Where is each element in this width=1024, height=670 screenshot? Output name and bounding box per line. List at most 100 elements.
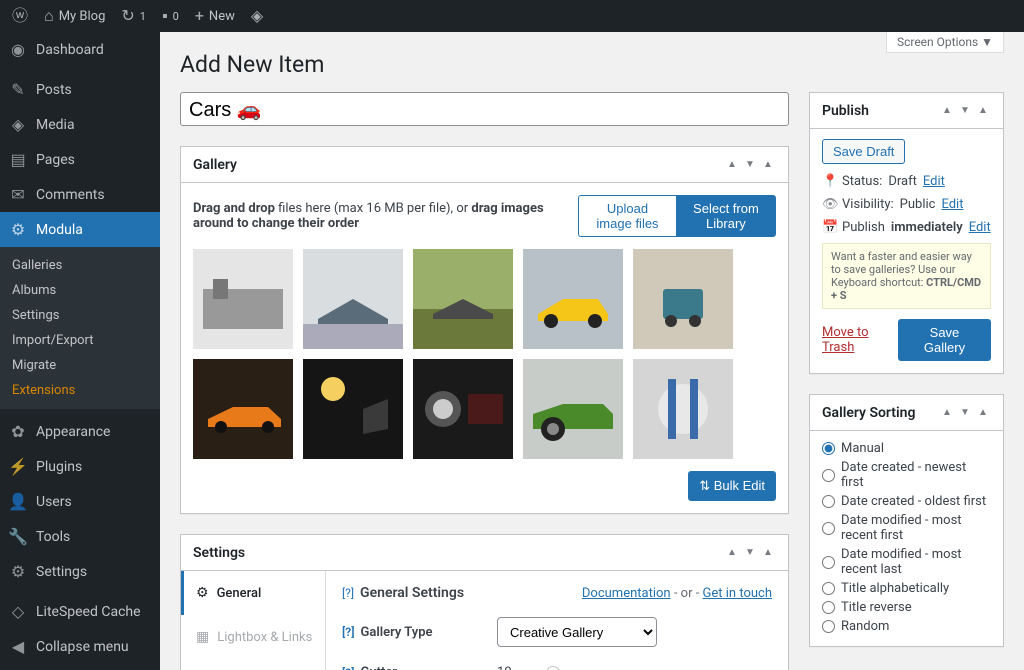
sort-option[interactable]: Date modified - most recent last	[822, 547, 991, 577]
gallery-thumb[interactable]	[193, 249, 293, 349]
update-icon: ↻	[121, 8, 134, 24]
panel-down-icon[interactable]: ▼	[742, 159, 758, 170]
site-link[interactable]: ⌂My Blog	[36, 0, 113, 32]
gallery-thumb[interactable]	[413, 249, 513, 349]
title-input[interactable]	[180, 92, 789, 126]
sort-option[interactable]: Random	[822, 619, 991, 634]
litespeed-icon: ◇	[8, 602, 28, 621]
doc-links: Documentation - or - Get in touch	[582, 586, 772, 601]
gallery-thumb[interactable]	[193, 359, 293, 459]
edit-schedule-link[interactable]: Edit	[969, 220, 991, 235]
sidebar-item-litespeed[interactable]: ◇LiteSpeed Cache	[0, 594, 160, 629]
panel-down-icon[interactable]: ▼	[957, 105, 973, 116]
plus-icon: +	[195, 8, 204, 24]
shortcut-tip: Want a faster and easier way to save gal…	[822, 243, 991, 309]
panel-down-icon[interactable]: ▼	[742, 547, 758, 558]
publish-panel: Publish ▲▼▲ Save Draft 📍Status: Draft Ed…	[809, 92, 1004, 374]
sidebar-submenu-modula: Galleries Albums Settings Import/Export …	[0, 247, 160, 409]
settings-panel: Settings ▲ ▼ ▲ ⚙General ▦Lightbox & Link…	[180, 534, 789, 670]
comments-icon: ✉	[8, 185, 28, 204]
gallery-thumb[interactable]	[303, 249, 403, 349]
contact-link[interactable]: Get in touch	[703, 586, 772, 601]
publish-heading: Publish	[822, 103, 939, 119]
sidebar-item-media[interactable]: ◈Media	[0, 107, 160, 142]
panel-up-icon[interactable]: ▲	[939, 105, 955, 116]
help-icon[interactable]: [?]	[342, 586, 354, 600]
panel-toggle-icon[interactable]: ▲	[760, 159, 776, 170]
select-library-button[interactable]: Select from Library	[676, 195, 776, 237]
gutter-row: [?]Gutter 10	[342, 665, 772, 670]
gallery-thumb[interactable]	[413, 359, 513, 459]
cache-icon[interactable]: ◈	[243, 0, 271, 32]
page-title: Add New Item	[180, 51, 1004, 78]
sidebar-item-settings[interactable]: ⚙Settings	[0, 554, 160, 589]
help-icon[interactable]: [?]	[342, 625, 354, 639]
panel-up-icon[interactable]: ▲	[724, 547, 740, 558]
submenu-import-export[interactable]: Import/Export	[0, 328, 160, 353]
sidebar-item-modula[interactable]: ⚙Modula	[0, 212, 160, 247]
submenu-galleries[interactable]: Galleries	[0, 253, 160, 278]
documentation-link[interactable]: Documentation	[582, 586, 671, 601]
gallery-thumb[interactable]	[633, 249, 733, 349]
submenu-migrate[interactable]: Migrate	[0, 353, 160, 378]
gallery-thumb[interactable]	[633, 359, 733, 459]
sidebar-item-dashboard[interactable]: ◉Dashboard	[0, 32, 160, 67]
sort-option[interactable]: Manual	[822, 441, 991, 456]
gallery-thumb[interactable]	[303, 359, 403, 459]
admin-sidebar: ◉Dashboard ✎Posts ◈Media ▤Pages ✉Comment…	[0, 32, 160, 670]
admin-bar: ⓦ ⌂My Blog ↻1 ▪0 +New ◈	[0, 0, 1024, 32]
sidebar-item-users[interactable]: 👤Users	[0, 484, 160, 519]
sidebar-item-plugins[interactable]: ⚡Plugins	[0, 449, 160, 484]
bulk-edit-button[interactable]: ⇅ Bulk Edit	[688, 471, 776, 501]
upload-files-button[interactable]: Upload image files	[578, 195, 676, 237]
settings-nav: ⚙General ▦Lightbox & Links ▼Filters ▭Cap…	[181, 571, 326, 670]
collapse-icon: ◀	[8, 637, 28, 656]
sort-option[interactable]: Date created - newest first	[822, 460, 991, 490]
sidebar-item-collapse[interactable]: ◀Collapse menu	[0, 629, 160, 664]
gallery-thumb[interactable]	[523, 359, 623, 459]
updates-link[interactable]: ↻1	[113, 0, 154, 32]
sidebar-item-appearance[interactable]: ✿Appearance	[0, 414, 160, 449]
settings-tab-general[interactable]: ⚙General	[181, 571, 325, 615]
edit-status-link[interactable]: Edit	[923, 174, 945, 189]
panel-toggle-icon[interactable]: ▲	[975, 407, 991, 418]
sidebar-item-posts[interactable]: ✎Posts	[0, 72, 160, 107]
save-draft-button[interactable]: Save Draft	[822, 139, 905, 164]
settings-section-title: General Settings	[360, 585, 582, 601]
gallery-header: Gallery ▲ ▼ ▲	[181, 147, 788, 183]
settings-header: Settings ▲ ▼ ▲	[181, 535, 788, 571]
sidebar-item-tools[interactable]: 🔧Tools	[0, 519, 160, 554]
submenu-settings[interactable]: Settings	[0, 303, 160, 328]
panel-toggle-icon[interactable]: ▲	[760, 547, 776, 558]
edit-visibility-link[interactable]: Edit	[941, 197, 963, 212]
sort-option[interactable]: Title reverse	[822, 600, 991, 615]
gallery-panel: Gallery ▲ ▼ ▲ Drag and drop files here (…	[180, 146, 789, 514]
home-icon: ⌂	[44, 8, 54, 24]
wp-logo[interactable]: ⓦ	[4, 0, 36, 32]
sidebar-item-comments[interactable]: ✉Comments	[0, 177, 160, 212]
sort-option[interactable]: Date modified - most recent first	[822, 513, 991, 543]
appearance-icon: ✿	[8, 422, 28, 441]
move-to-trash-link[interactable]: Move to Trash	[822, 325, 898, 355]
submenu-extensions[interactable]: Extensions	[0, 378, 160, 403]
panel-up-icon[interactable]: ▲	[724, 159, 740, 170]
posts-icon: ✎	[8, 80, 28, 99]
comments-link[interactable]: ▪0	[154, 0, 187, 32]
new-link[interactable]: +New	[187, 0, 243, 32]
settings-tab-lightbox[interactable]: ▦Lightbox & Links	[181, 615, 325, 659]
sort-option[interactable]: Title alphabetically	[822, 581, 991, 596]
panel-down-icon[interactable]: ▼	[957, 407, 973, 418]
submenu-albums[interactable]: Albums	[0, 278, 160, 303]
panel-toggle-icon[interactable]: ▲	[975, 105, 991, 116]
main-content: Add New Item Gallery ▲ ▼ ▲ Drag and drop…	[160, 32, 1024, 670]
gallery-thumb[interactable]	[523, 249, 623, 349]
panel-up-icon[interactable]: ▲	[939, 407, 955, 418]
gallery-type-select[interactable]: Creative Gallery	[497, 617, 657, 647]
settings-tab-filters[interactable]: ▼Filters	[181, 659, 325, 670]
settings-heading: Settings	[193, 545, 724, 561]
settings-icon: ⚙	[8, 562, 28, 581]
sidebar-item-pages[interactable]: ▤Pages	[0, 142, 160, 177]
sort-option[interactable]: Date created - oldest first	[822, 494, 991, 509]
help-icon[interactable]: [?]	[342, 666, 354, 670]
save-gallery-button[interactable]: Save Gallery	[898, 319, 991, 361]
